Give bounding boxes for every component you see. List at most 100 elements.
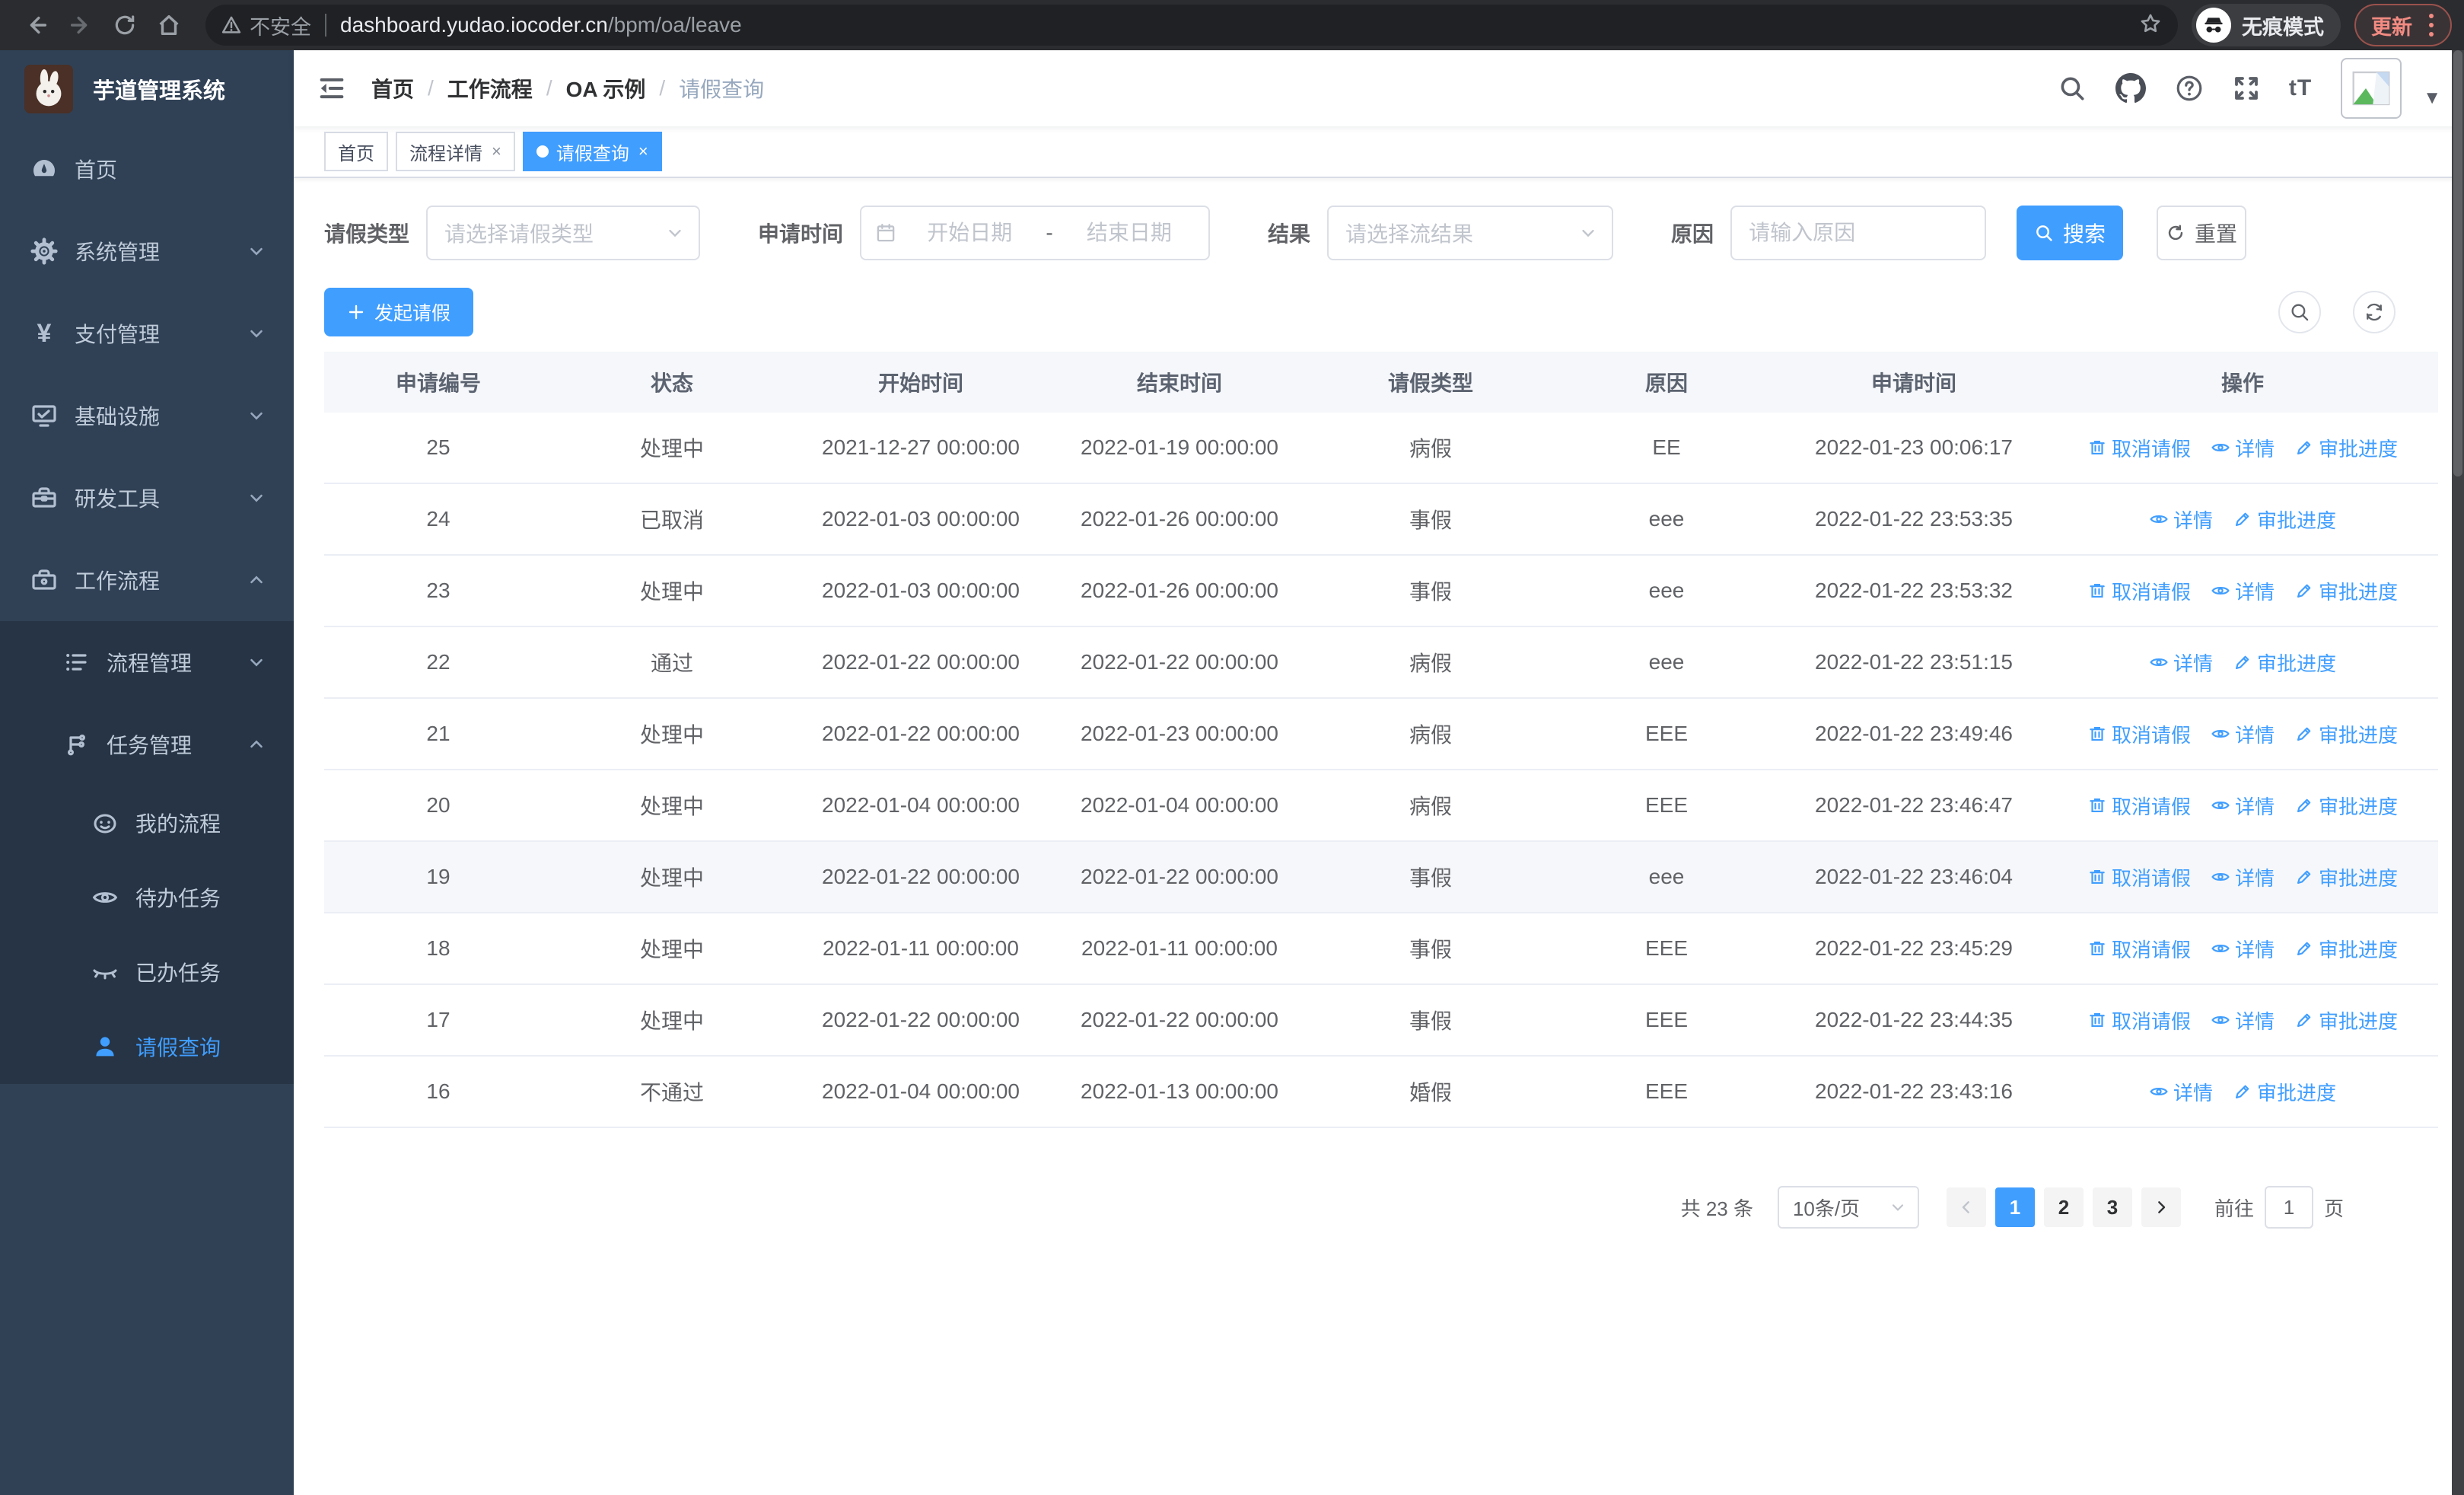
search-button[interactable]: 搜索 xyxy=(2017,206,2124,260)
end-date-input[interactable] xyxy=(1063,221,1195,245)
font-size-icon[interactable]: tT xyxy=(2289,75,2312,101)
detail-link[interactable]: 详情 xyxy=(2149,649,2213,677)
sidebar-item-dev-tools[interactable]: 研发工具 xyxy=(0,457,294,539)
cancel-leave-link[interactable]: 取消请假 xyxy=(2087,720,2191,748)
cancel-leave-link[interactable]: 取消请假 xyxy=(2087,863,2191,891)
approval-progress-link[interactable]: 审批进度 xyxy=(2294,935,2398,963)
browser-update-button[interactable]: 更新 xyxy=(2354,4,2452,46)
trash-icon xyxy=(2090,869,2105,885)
leave-type-select[interactable]: 请选择请假类型 xyxy=(426,206,701,260)
url-bar[interactable]: 不安全 dashboard.yudao.iocoder.cn/bpm/oa/le… xyxy=(205,5,2178,46)
sidebar-item-payment[interactable]: ¥ 支付管理 xyxy=(0,292,294,375)
page-button-3[interactable]: 3 xyxy=(2092,1187,2132,1227)
reset-button[interactable]: 重置 xyxy=(2157,206,2247,260)
prev-page-icon[interactable] xyxy=(1946,1187,1986,1227)
table-row[interactable]: 23 处理中 2022-01-03 00:00:00 2022-01-26 00… xyxy=(324,556,2438,627)
reason-input[interactable] xyxy=(1749,221,1969,245)
cancel-leave-link[interactable]: 取消请假 xyxy=(2087,935,2191,963)
approval-progress-link[interactable]: 审批进度 xyxy=(2233,649,2336,677)
tab-home[interactable]: 首页 xyxy=(324,132,388,171)
sidebar-collapse-icon[interactable] xyxy=(317,73,347,104)
cell-status: 通过 xyxy=(650,652,693,675)
cancel-leave-link[interactable]: 取消请假 xyxy=(2087,434,2191,462)
forward-icon[interactable] xyxy=(61,5,100,45)
fullscreen-icon[interactable] xyxy=(2233,75,2260,102)
approval-progress-link[interactable]: 审批进度 xyxy=(2294,577,2398,605)
table-row[interactable]: 19 处理中 2022-01-22 00:00:00 2022-01-22 00… xyxy=(324,842,2438,913)
apply-time-range-picker[interactable]: - xyxy=(860,206,1211,260)
table-row[interactable]: 20 处理中 2022-01-04 00:00:00 2022-01-04 00… xyxy=(324,770,2438,842)
result-select[interactable]: 请选择流结果 xyxy=(1327,206,1614,260)
approval-progress-link[interactable]: 审批进度 xyxy=(2294,792,2398,820)
detail-link[interactable]: 详情 xyxy=(2149,505,2213,534)
table-refresh-icon[interactable] xyxy=(2353,291,2396,333)
approval-progress-link[interactable]: 审批进度 xyxy=(2233,505,2336,534)
close-icon[interactable]: × xyxy=(637,142,648,161)
tab-leave-query[interactable]: 请假查询 × xyxy=(522,132,662,171)
sidebar-item-done-tasks[interactable]: 已办任务 xyxy=(0,935,294,1009)
create-leave-button[interactable]: 发起请假 xyxy=(324,288,474,336)
sidebar-item-todo-tasks[interactable]: 待办任务 xyxy=(0,860,294,935)
approval-progress-link[interactable]: 审批进度 xyxy=(2294,1006,2398,1034)
detail-link[interactable]: 详情 xyxy=(2211,792,2275,820)
cancel-leave-link[interactable]: 取消请假 xyxy=(2087,1006,2191,1034)
home-icon[interactable] xyxy=(149,5,189,45)
detail-link[interactable]: 详情 xyxy=(2149,1078,2213,1106)
breadcrumb-workflow[interactable]: 工作流程 xyxy=(447,73,533,104)
approval-progress-link[interactable]: 审批进度 xyxy=(2294,863,2398,891)
header-search-icon[interactable] xyxy=(2058,74,2087,103)
breadcrumb-home[interactable]: 首页 xyxy=(371,73,414,104)
breadcrumb-oa-example[interactable]: OA 示例 xyxy=(566,73,646,104)
table-row[interactable]: 21 处理中 2022-01-22 00:00:00 2022-01-23 00… xyxy=(324,699,2438,770)
start-date-input[interactable] xyxy=(904,221,1036,245)
reload-icon[interactable] xyxy=(105,5,145,45)
detail-link[interactable]: 详情 xyxy=(2211,935,2275,963)
cell-apply-id: 17 xyxy=(426,1008,450,1031)
bookmark-star-icon[interactable] xyxy=(2138,11,2163,40)
detail-link[interactable]: 详情 xyxy=(2211,434,2275,462)
sidebar-item-home[interactable]: 首页 xyxy=(0,128,294,210)
sidebar-item-workflow[interactable]: 工作流程 xyxy=(0,539,294,621)
github-icon[interactable] xyxy=(2115,73,2146,104)
cell-leave-type: 事假 xyxy=(1409,866,1452,890)
close-icon[interactable]: × xyxy=(490,142,501,161)
page-button-1[interactable]: 1 xyxy=(1994,1187,2035,1227)
approval-progress-link[interactable]: 审批进度 xyxy=(2294,434,2398,462)
goto-page-input[interactable] xyxy=(2264,1186,2313,1229)
security-warning[interactable]: 不安全 xyxy=(221,11,311,40)
approval-progress-link[interactable]: 审批进度 xyxy=(2233,1078,2336,1106)
sidebar-item-process-management[interactable]: 流程管理 xyxy=(0,621,294,703)
detail-link[interactable]: 详情 xyxy=(2211,863,2275,891)
sidebar-item-infrastructure[interactable]: 基础设施 xyxy=(0,375,294,457)
page-scrollbar[interactable] xyxy=(2452,50,2464,1495)
table-search-toggle-icon[interactable] xyxy=(2278,291,2321,333)
scrollbar-thumb[interactable] xyxy=(2453,50,2462,477)
sidebar-item-leave-query[interactable]: 请假查询 xyxy=(0,1009,294,1084)
back-icon[interactable] xyxy=(17,5,56,45)
cancel-leave-link[interactable]: 取消请假 xyxy=(2087,792,2191,820)
detail-link[interactable]: 详情 xyxy=(2211,577,2275,605)
app-logo[interactable]: 芋道管理系统 xyxy=(0,50,294,128)
tab-process-detail[interactable]: 流程详情 × xyxy=(396,132,515,171)
cancel-leave-link[interactable]: 取消请假 xyxy=(2087,577,2191,605)
sidebar-item-my-process[interactable]: 我的流程 xyxy=(0,786,294,860)
cell-status: 处理中 xyxy=(639,795,704,818)
table-row[interactable]: 16 不通过 2022-01-04 00:00:00 2022-01-13 00… xyxy=(324,1057,2438,1128)
table-row[interactable]: 18 处理中 2022-01-11 00:00:00 2022-01-11 00… xyxy=(324,913,2438,985)
table-row[interactable]: 24 已取消 2022-01-03 00:00:00 2022-01-26 00… xyxy=(324,484,2438,556)
table-row[interactable]: 22 通过 2022-01-22 00:00:00 2022-01-22 00:… xyxy=(324,627,2438,699)
table-row[interactable]: 25 处理中 2021-12-27 00:00:00 2022-01-19 00… xyxy=(324,413,2438,484)
browser-menu-icon[interactable] xyxy=(2424,14,2438,37)
help-icon[interactable] xyxy=(2175,74,2204,103)
next-page-icon[interactable] xyxy=(2141,1187,2181,1227)
sidebar-item-task-management[interactable]: 任务管理 xyxy=(0,703,294,786)
table-row[interactable]: 17 处理中 2022-01-22 00:00:00 2022-01-22 00… xyxy=(324,985,2438,1057)
page-size-select[interactable]: 10条/页 xyxy=(1777,1186,1919,1229)
detail-link[interactable]: 详情 xyxy=(2211,1006,2275,1034)
avatar-caret-icon[interactable]: ▼ xyxy=(2423,68,2441,109)
user-avatar[interactable] xyxy=(2341,58,2402,119)
approval-progress-link[interactable]: 审批进度 xyxy=(2294,720,2398,748)
sidebar-item-system[interactable]: 系统管理 xyxy=(0,210,294,292)
detail-link[interactable]: 详情 xyxy=(2211,720,2275,748)
page-button-2[interactable]: 2 xyxy=(2043,1187,2084,1227)
